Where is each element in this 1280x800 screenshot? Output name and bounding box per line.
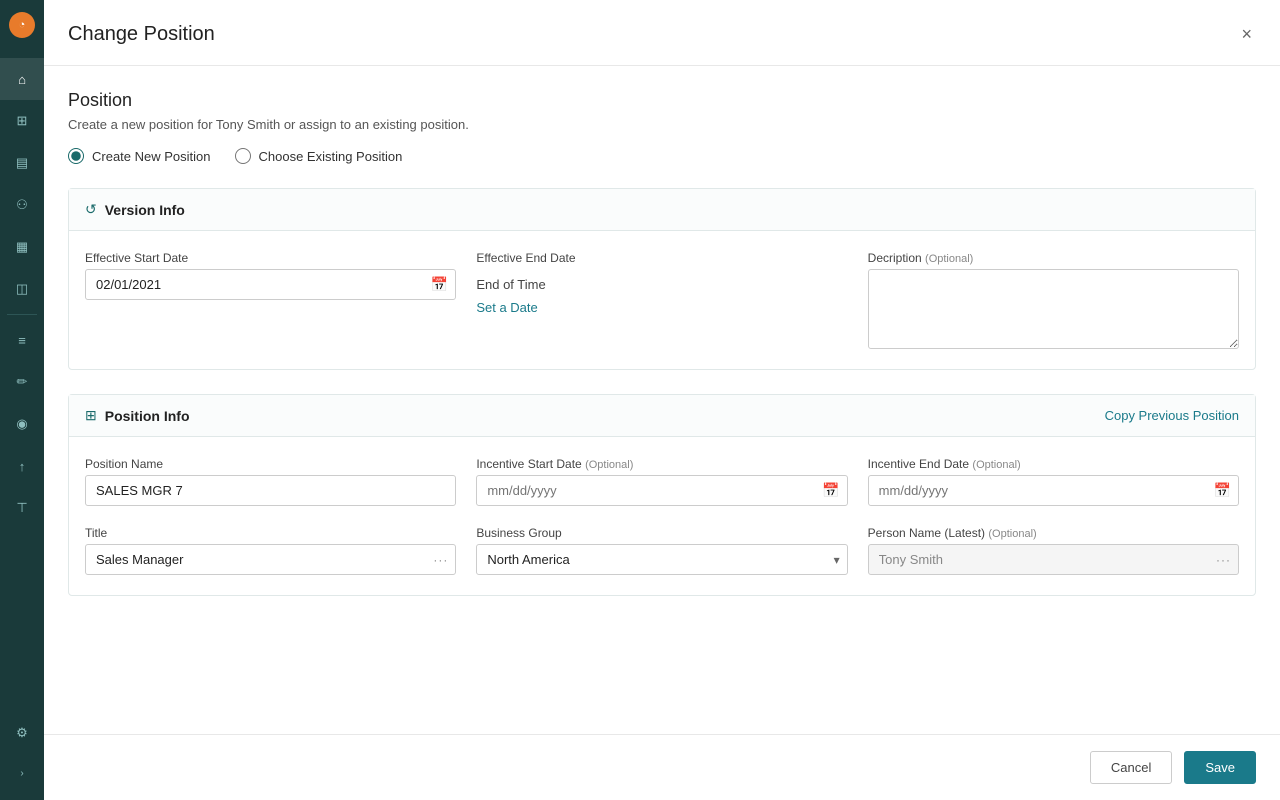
- radio-create-text: Create New Position: [92, 149, 211, 164]
- effective-start-date-input[interactable]: [85, 269, 456, 300]
- sidebar-nav: ⌂ ⊞ ▤ ⚇ ▦ ◫ ≡ ✏ ◉ ↑ ⊤: [0, 58, 44, 529]
- position-name-input[interactable]: [85, 475, 456, 506]
- position-section-title: Position: [68, 90, 1256, 111]
- sidebar-expand-button[interactable]: ›: [0, 758, 44, 788]
- title-dots-icon[interactable]: ···: [433, 553, 448, 567]
- sidebar-item-list[interactable]: ≡: [0, 319, 44, 361]
- person-name-optional: (Optional): [988, 528, 1036, 540]
- end-of-time-text: End of Time: [476, 269, 847, 292]
- position-name-label: Position Name: [85, 457, 456, 471]
- title-label: Title: [85, 526, 456, 540]
- effective-end-date-field: Effective End Date End of Time Set a Dat…: [476, 251, 847, 349]
- business-group-select-wrap: North America South America Europe Asia …: [476, 544, 847, 575]
- title-field: Title ···: [85, 526, 456, 575]
- sidebar: ◔ ⌂ ⊞ ▤ ⚇ ▦ ◫ ≡ ✏ ◉ ↑ ⊤ ⚙ ›: [0, 0, 44, 800]
- person-name-field: Person Name (Latest) (Optional) ···: [868, 526, 1239, 575]
- effective-start-date-field: Effective Start Date 📅: [85, 251, 456, 349]
- position-info-icon: ⊞: [85, 407, 97, 424]
- person-name-label: Person Name (Latest) (Optional): [868, 526, 1239, 540]
- sidebar-item-calendar[interactable]: ▦: [0, 226, 44, 268]
- main-content: Profiles › Tony Smith Position ↺ Version…: [44, 0, 1280, 800]
- description-optional: (Optional): [925, 253, 973, 265]
- position-section-desc: Create a new position for Tony Smith or …: [68, 117, 1256, 132]
- sidebar-item-home[interactable]: ⌂: [0, 58, 44, 100]
- set-date-link[interactable]: Set a Date: [476, 300, 847, 315]
- incentive-start-optional: (Optional): [585, 459, 633, 471]
- sidebar-item-dashboard[interactable]: ⊞: [0, 100, 44, 142]
- position-info-card: ⊞ Position Info Copy Previous Position P…: [68, 394, 1256, 596]
- copy-previous-position-link[interactable]: Copy Previous Position: [1105, 408, 1239, 423]
- sidebar-item-upload[interactable]: ↑: [0, 445, 44, 487]
- radio-create-label[interactable]: Create New Position: [68, 148, 211, 164]
- person-name-input-wrap: ···: [868, 544, 1239, 575]
- app-logo: ◔: [0, 0, 44, 50]
- incentive-end-label: Incentive End Date (Optional): [868, 457, 1239, 471]
- logo-icon: ◔: [9, 12, 35, 38]
- position-info-header: ⊞ Position Info Copy Previous Position: [69, 395, 1255, 437]
- sidebar-item-table[interactable]: ▤: [0, 142, 44, 184]
- incentive-start-label: Incentive Start Date (Optional): [476, 457, 847, 471]
- business-group-field: Business Group North America South Ameri…: [476, 526, 847, 575]
- copy-position-wrap: Copy Previous Position: [1105, 408, 1239, 423]
- incentive-start-input[interactable]: [476, 475, 847, 506]
- sidebar-item-people[interactable]: ⚇: [0, 184, 44, 226]
- sidebar-item-layers[interactable]: ◫: [0, 268, 44, 310]
- incentive-end-optional: (Optional): [972, 459, 1020, 471]
- version-info-card: ↺ Version Info Effective Start Date: [68, 188, 1256, 370]
- description-textarea[interactable]: [868, 269, 1239, 349]
- incentive-start-field: Incentive Start Date (Optional) 📅: [476, 457, 847, 506]
- title-input-wrap: ···: [85, 544, 456, 575]
- effective-start-date-label: Effective Start Date: [85, 251, 456, 265]
- sidebar-item-node[interactable]: ◉: [0, 403, 44, 445]
- radio-existing-text: Choose Existing Position: [259, 149, 403, 164]
- sidebar-item-filter[interactable]: ⊤: [0, 487, 44, 529]
- effective-end-date-label: Effective End Date: [476, 251, 847, 265]
- radio-existing-label[interactable]: Choose Existing Position: [235, 148, 403, 164]
- title-input[interactable]: [85, 544, 456, 575]
- version-info-title: Version Info: [105, 202, 185, 218]
- radio-existing-input[interactable]: [235, 148, 251, 164]
- sidebar-divider: [7, 314, 37, 315]
- version-info-body: Effective Start Date 📅 Effective End Dat…: [69, 231, 1255, 369]
- incentive-start-input-wrap: 📅: [476, 475, 847, 506]
- description-label: Decription (Optional): [868, 251, 1239, 265]
- position-name-field: Position Name: [85, 457, 456, 506]
- position-info-row-1: Position Name Incentive Start Date (Opti…: [85, 457, 1239, 506]
- person-name-dots-icon[interactable]: ···: [1216, 553, 1231, 567]
- radio-group: Create New Position Choose Existing Posi…: [68, 148, 1256, 164]
- sidebar-item-edit[interactable]: ✏: [0, 361, 44, 403]
- version-info-icon: ↺: [85, 201, 97, 218]
- position-info-body: Position Name Incentive Start Date (Opti…: [69, 437, 1255, 595]
- modal-overlay: Change Position × Position Create a new …: [44, 50, 1280, 800]
- sidebar-item-settings[interactable]: ⚙: [0, 712, 44, 754]
- sidebar-bottom: ⚙ ›: [0, 712, 44, 788]
- description-field: Decription (Optional): [868, 251, 1239, 349]
- position-info-title: Position Info: [105, 408, 190, 424]
- position-info-row-2: Title ··· Business Group: [85, 526, 1239, 575]
- incentive-end-field: Incentive End Date (Optional) 📅: [868, 457, 1239, 506]
- incentive-end-input-wrap: 📅: [868, 475, 1239, 506]
- save-button[interactable]: Save: [1184, 751, 1256, 784]
- page-background: Position ↺ Version Info Effective Start …: [44, 50, 1280, 800]
- radio-create-input[interactable]: [68, 148, 84, 164]
- modal-footer: Cancel Save: [44, 734, 1280, 800]
- version-info-row-1: Effective Start Date 📅 Effective End Dat…: [85, 251, 1239, 349]
- version-info-header: ↺ Version Info: [69, 189, 1255, 231]
- change-position-modal: Change Position × Position Create a new …: [44, 50, 1280, 800]
- cancel-button[interactable]: Cancel: [1090, 751, 1172, 784]
- modal-header: Change Position ×: [44, 50, 1280, 66]
- effective-start-date-input-wrap: 📅: [85, 269, 456, 300]
- business-group-select[interactable]: North America South America Europe Asia …: [476, 544, 847, 575]
- modal-body: Position Create a new position for Tony …: [44, 66, 1280, 734]
- business-group-label: Business Group: [476, 526, 847, 540]
- person-name-input[interactable]: [868, 544, 1239, 575]
- incentive-end-input[interactable]: [868, 475, 1239, 506]
